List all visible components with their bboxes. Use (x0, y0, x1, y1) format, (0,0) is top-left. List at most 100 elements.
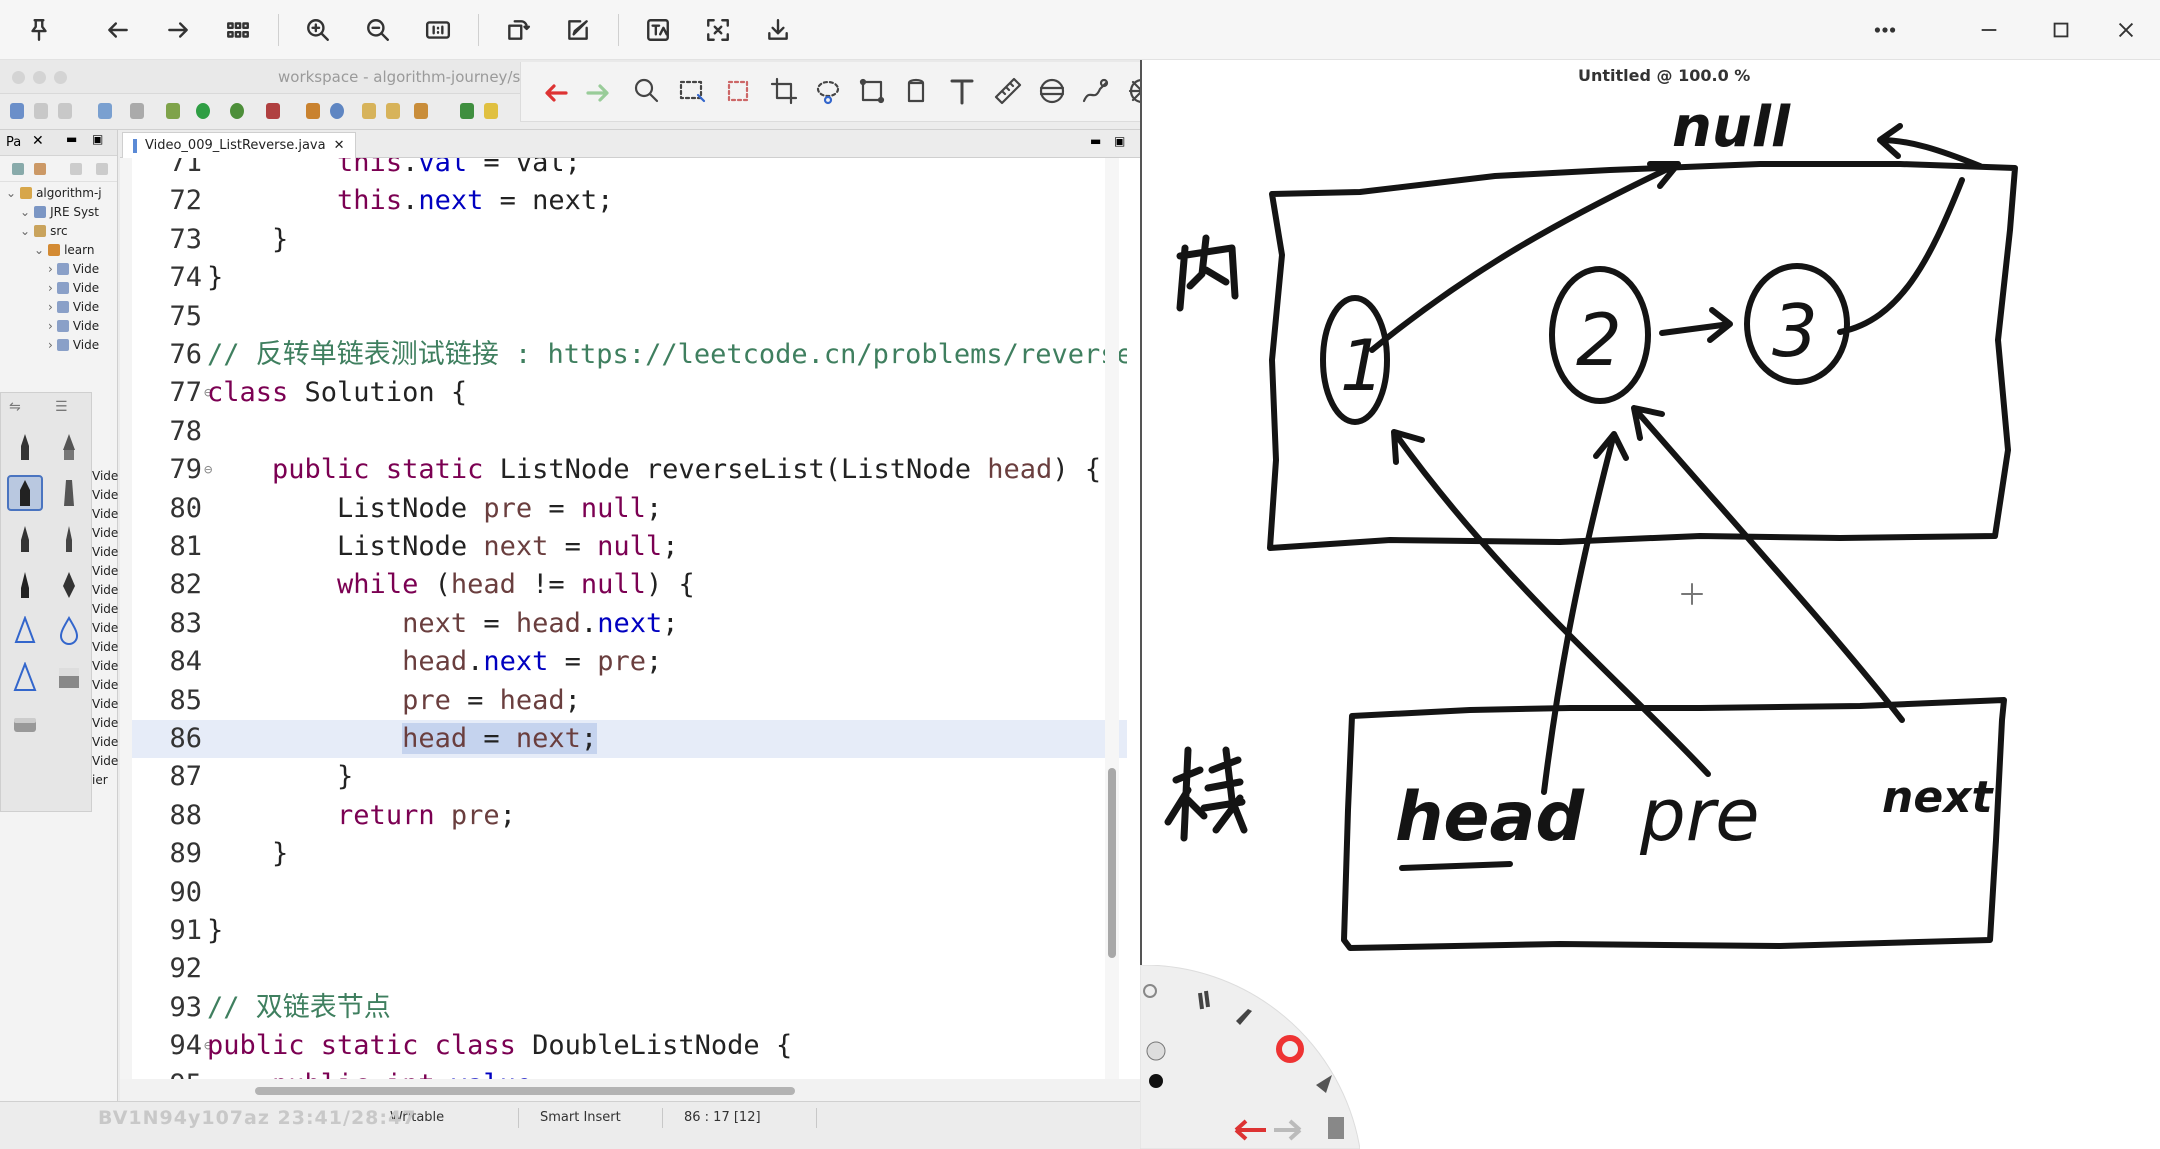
tree-item[interactable]: Vide (92, 505, 118, 523)
save-icon[interactable] (34, 103, 48, 119)
editor-tab-listreverse[interactable]: Video_009_ListReverse.java ✕ (122, 132, 356, 158)
tree-item[interactable]: Vide (92, 714, 118, 732)
window-zoom-dot[interactable] (54, 71, 67, 84)
nib-pen-icon[interactable] (51, 567, 87, 603)
transform-icon[interactable] (851, 70, 893, 112)
zoom-in-icon[interactable] (296, 8, 340, 52)
tree-item[interactable]: Vide (92, 524, 118, 542)
tree-item[interactable]: Vide (92, 581, 118, 599)
tree-item[interactable]: ier (92, 771, 108, 789)
brush-settings-icon[interactable]: ⇋ (9, 399, 21, 415)
expand-chevron-icon[interactable]: ⌄ (20, 224, 30, 238)
magnify-icon[interactable] (625, 70, 667, 112)
brush-list-icon[interactable]: ☰ (55, 399, 68, 415)
tree-item[interactable]: ⌄ learn (34, 241, 94, 259)
tree-item[interactable]: › Vide (48, 317, 99, 335)
coverage-icon[interactable] (230, 103, 244, 119)
back-icon[interactable] (96, 8, 140, 52)
open-type-icon[interactable] (362, 103, 376, 119)
tree-item[interactable]: Vide (92, 619, 118, 637)
wheel-size-icon[interactable] (1146, 1041, 1166, 1061)
expand-chevron-icon[interactable]: ⌄ (6, 186, 16, 200)
close-view-icon[interactable]: ✕ (32, 133, 44, 149)
mark-icon[interactable] (460, 103, 474, 119)
expand-chevron-icon[interactable]: › (48, 262, 53, 276)
h-scroll-thumb[interactable] (255, 1087, 795, 1095)
tree-item[interactable]: ⌄ src (20, 222, 68, 240)
tree-item[interactable]: Vide (92, 638, 118, 656)
editor-horizontal-scrollbar[interactable] (120, 1079, 1140, 1101)
tree-item[interactable]: Vide (92, 695, 118, 713)
scroll-thumb[interactable] (1108, 768, 1116, 958)
tree-item[interactable]: › Vide (48, 298, 99, 316)
download-icon[interactable] (756, 8, 800, 52)
zoom-out-icon[interactable] (356, 8, 400, 52)
calligraphy-icon[interactable] (7, 567, 43, 603)
text-icon[interactable] (941, 70, 983, 112)
tree-item[interactable]: Vide (92, 486, 118, 504)
fineliner-icon[interactable] (51, 475, 87, 511)
run-icon[interactable] (196, 103, 210, 119)
pencil-brush-icon[interactable] (7, 429, 43, 465)
window-minimize-dot[interactable] (33, 71, 46, 84)
tree-item[interactable]: Vide (92, 467, 118, 485)
triangle-brush-icon[interactable] (7, 659, 43, 695)
redo-icon[interactable] (577, 70, 619, 112)
new-package-icon[interactable] (306, 103, 320, 119)
wheel-layers-icon[interactable] (1328, 1117, 1344, 1139)
debug-icon[interactable] (166, 103, 180, 119)
lasso-icon[interactable] (807, 70, 849, 112)
skip-icon[interactable] (130, 103, 144, 119)
brush-pen-icon[interactable] (51, 521, 87, 557)
marker-brush-icon[interactable] (7, 475, 43, 511)
rect-select-icon[interactable] (671, 70, 713, 112)
crop-icon[interactable] (763, 70, 805, 112)
ink-pen-icon[interactable] (7, 521, 43, 557)
tree-item[interactable]: ⌄ algorithm-j (6, 184, 102, 202)
editor-maximize-icon[interactable]: ▣ (1114, 134, 1125, 148)
search-tool-icon[interactable] (414, 103, 428, 119)
expand-chevron-icon[interactable]: › (48, 319, 53, 333)
close-icon[interactable] (2101, 8, 2151, 52)
editor-minimize-icon[interactable]: ▬ (1090, 134, 1101, 148)
tree-item[interactable]: Vide (92, 752, 118, 770)
minimize-icon[interactable] (1964, 8, 2014, 52)
magic-select-icon[interactable] (717, 70, 759, 112)
pin-icon[interactable] (17, 8, 61, 52)
minimize-view-icon[interactable]: ▬ (66, 132, 77, 146)
grid-icon[interactable] (216, 8, 260, 52)
translate-icon[interactable] (636, 8, 680, 52)
highlight-icon[interactable] (484, 103, 498, 119)
bucket-icon[interactable] (895, 70, 937, 112)
tree-item[interactable]: Vide (92, 600, 118, 618)
open-folder-icon[interactable] (386, 103, 400, 119)
crop-screen-icon[interactable] (696, 8, 740, 52)
maximize-view-icon[interactable]: ▣ (92, 132, 103, 146)
ruler-icon[interactable] (987, 70, 1029, 112)
technical-pen-icon[interactable] (51, 429, 87, 465)
maximize-icon[interactable] (2036, 8, 2086, 52)
undo-icon[interactable] (535, 70, 577, 112)
external-tools-icon[interactable] (266, 103, 280, 119)
console-icon[interactable] (98, 103, 112, 119)
editor-vertical-scrollbar[interactable] (1105, 158, 1119, 1079)
new-icon[interactable] (10, 103, 24, 119)
pen-curve-icon[interactable] (1075, 70, 1117, 112)
save-all-icon[interactable] (58, 103, 72, 119)
new-class-icon[interactable] (330, 103, 344, 119)
tab-close-icon[interactable]: ✕ (334, 138, 345, 153)
wheel-opacity-icon[interactable] (1149, 1074, 1163, 1088)
expand-chevron-icon[interactable]: › (48, 338, 53, 352)
code-area[interactable]: 71 this.val = val; 72 this.next = next; 73… (132, 158, 1127, 1079)
grid-guide-icon[interactable] (1031, 70, 1073, 112)
expand-chevron-icon[interactable]: ⌄ (20, 205, 30, 219)
airbrush-icon[interactable] (7, 613, 43, 649)
tree-item[interactable]: Vide (92, 543, 118, 561)
edit-icon[interactable] (556, 8, 600, 52)
tree-item[interactable]: ⌄ JRE Syst (20, 203, 99, 221)
tool-wheel[interactable] (1140, 965, 1360, 1149)
rotate-icon[interactable] (496, 8, 540, 52)
tree-item[interactable]: › Vide (48, 260, 99, 278)
tree-item[interactable]: Vide (92, 657, 118, 675)
expand-chevron-icon[interactable]: › (48, 300, 53, 314)
